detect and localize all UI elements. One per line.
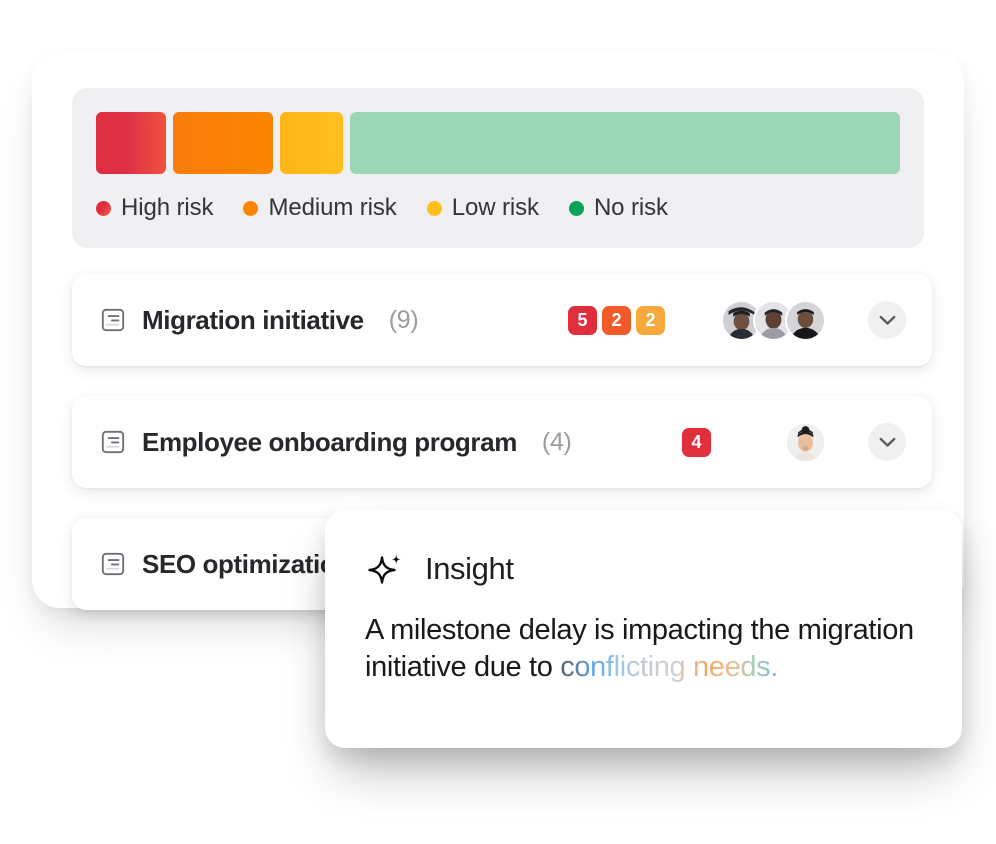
- project-item-count: (9): [388, 305, 419, 334]
- project-row[interactable]: Migration initiative (9) 5 2 2: [72, 274, 932, 366]
- project-row-left: Migration initiative (9): [100, 305, 568, 336]
- high-risk-dot-icon: [96, 200, 111, 216]
- project-title: Employee onboarding program: [142, 426, 517, 457]
- risk-distribution-bar: [96, 112, 900, 174]
- risk-badge-low[interactable]: 2: [636, 305, 665, 335]
- no-risk-dot-icon: [568, 200, 584, 216]
- legend-item-low-risk[interactable]: Low risk: [426, 194, 539, 222]
- insight-text-highlight: conflicting needs.: [560, 650, 779, 683]
- expand-row-button[interactable]: [868, 301, 906, 339]
- insight-title: Insight: [425, 551, 514, 586]
- insight-text: A milestone delay is impacting the migra…: [365, 612, 922, 686]
- project-row-left: Employee onboarding program (4): [100, 427, 682, 458]
- legend-item-high-risk[interactable]: High risk: [96, 194, 214, 222]
- avatar[interactable]: [785, 299, 826, 341]
- legend-label: No risk: [593, 194, 668, 221]
- project-item-count: (4): [541, 427, 572, 456]
- risk-badges: 4: [682, 427, 711, 457]
- sparkle-icon: [368, 554, 401, 584]
- board-icon: [101, 552, 125, 576]
- legend-item-no-risk[interactable]: No risk: [568, 194, 668, 222]
- legend-label: Low risk: [451, 194, 539, 221]
- insight-card: Insight A milestone delay is impacting t…: [325, 510, 962, 748]
- avatar-group: [785, 421, 826, 463]
- low-risk-dot-icon: [426, 200, 442, 216]
- risk-segment-low[interactable]: [280, 112, 343, 174]
- medium-risk-dot-icon: [243, 200, 259, 216]
- risk-summary-panel: High risk Medium risk Low risk No risk: [72, 88, 924, 248]
- risk-segment-medium[interactable]: [173, 112, 273, 174]
- risk-badge-medium[interactable]: 2: [602, 305, 631, 335]
- project-title: SEO optimization: [142, 548, 351, 579]
- risk-segment-none[interactable]: [350, 112, 900, 174]
- avatar[interactable]: [785, 421, 826, 463]
- expand-row-button[interactable]: [868, 423, 906, 461]
- chevron-down-icon: [879, 315, 895, 325]
- legend-label: High risk: [121, 194, 214, 221]
- board-icon: [101, 308, 125, 332]
- risk-badges: 5 2 2: [568, 305, 665, 335]
- avatar-group: [721, 299, 826, 341]
- risk-legend: High risk Medium risk Low risk No risk: [96, 192, 668, 224]
- board-icon: [101, 430, 125, 454]
- risk-segment-high[interactable]: [96, 112, 166, 174]
- chevron-down-icon: [879, 437, 895, 447]
- insight-header: Insight: [365, 548, 922, 590]
- risk-badge-high[interactable]: 4: [682, 427, 711, 457]
- risk-badge-high[interactable]: 5: [568, 305, 597, 335]
- legend-label: Medium risk: [268, 194, 397, 221]
- project-title: Migration initiative: [142, 304, 364, 335]
- project-row[interactable]: Employee onboarding program (4) 4: [72, 396, 932, 488]
- legend-item-medium-risk[interactable]: Medium risk: [243, 194, 397, 222]
